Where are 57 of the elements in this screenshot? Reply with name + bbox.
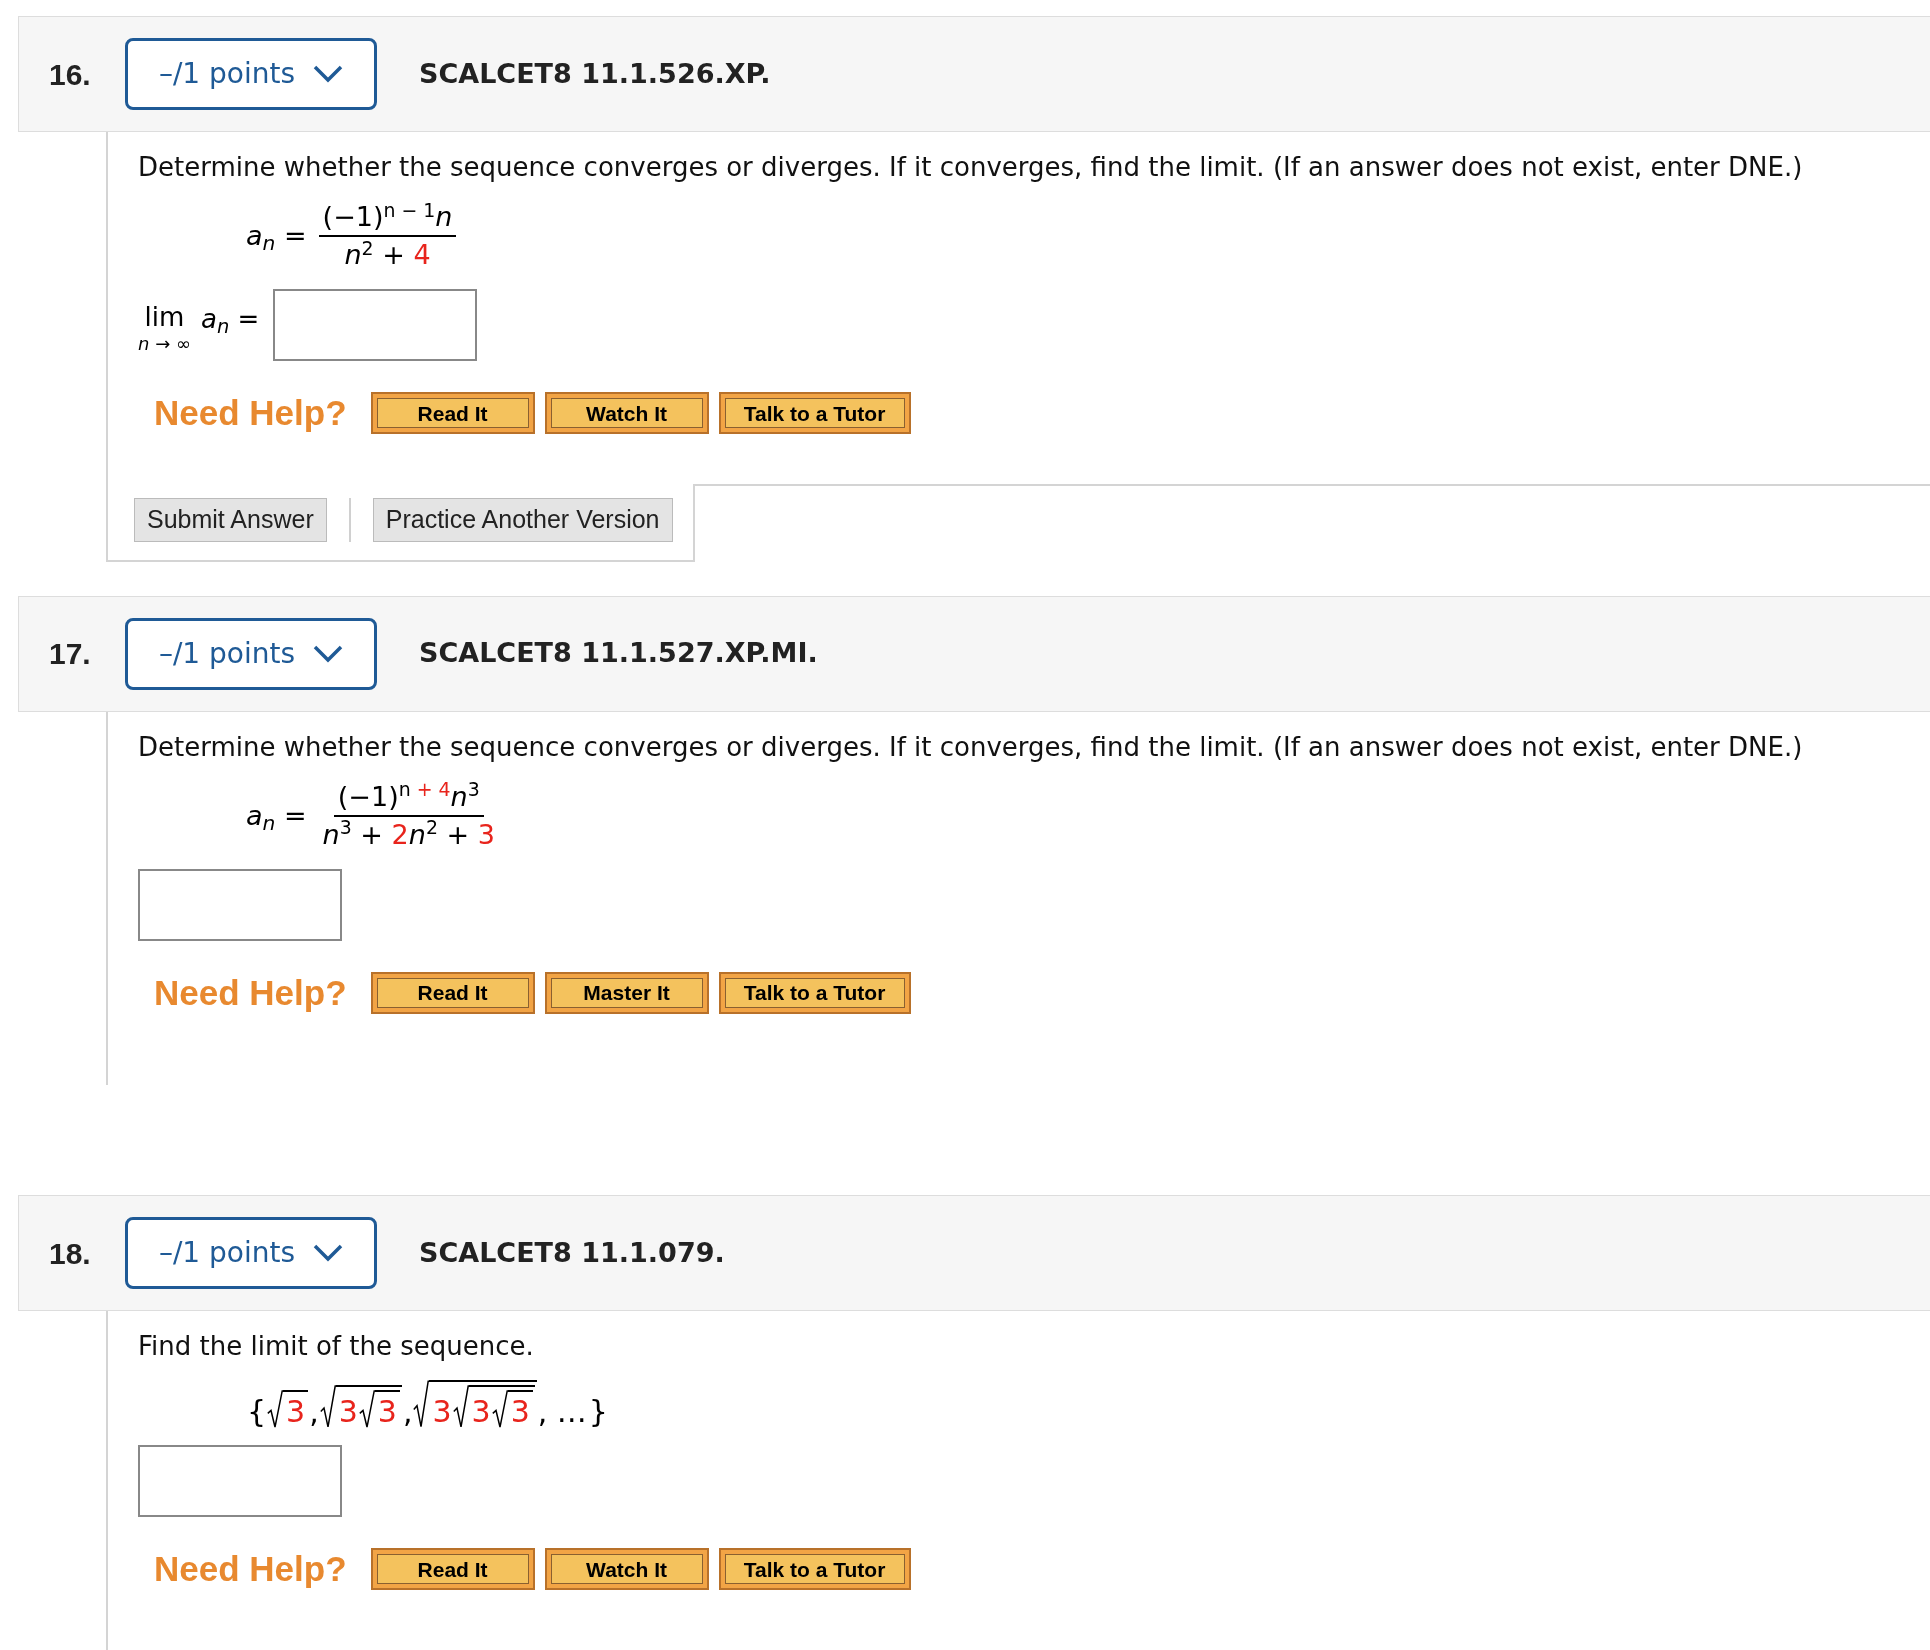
sequence-term: , xyxy=(309,1395,319,1429)
help-button[interactable]: Talk to a Tutor xyxy=(718,392,911,435)
help-button[interactable]: Watch It xyxy=(544,1548,709,1591)
denominator-term: n$^{2}$ + xyxy=(344,237,406,272)
formula-lhs: a$_{n}$ = xyxy=(246,798,307,834)
need-help-label: Need Help? xyxy=(154,1548,347,1590)
need-help-label: Need Help? xyxy=(154,971,347,1014)
sequence-term: 3 xyxy=(510,1395,530,1429)
answer-field[interactable] xyxy=(138,1445,342,1517)
question-prompt: Determine whether the sequence converges or diverges. If it converges, find the limit. (If an answer does not exist, enter DNE.) xyxy=(138,730,1804,764)
help-button[interactable]: Read It xyxy=(370,1548,535,1591)
denominator-term: 4 xyxy=(413,238,431,272)
answer-field[interactable] xyxy=(138,868,342,941)
help-button[interactable]: Read It xyxy=(370,971,535,1014)
submit-answer-button[interactable]: Submit Answer xyxy=(134,497,327,542)
limit-term: a$_{n}$ = xyxy=(200,303,260,337)
chevron-down-icon xyxy=(313,1244,344,1262)
question-prompt: Determine whether the sequence converges or diverges. If it converges, find the limit. (If an answer does not exist, enter DNE.) xyxy=(138,151,1804,184)
chevron-down-icon xyxy=(313,65,344,83)
denominator-term: n$^{3}$ + xyxy=(322,816,384,852)
help-button[interactable]: Talk to a Tutor xyxy=(718,971,911,1014)
sequence-term: 3 xyxy=(377,1395,397,1429)
sequence-term: { xyxy=(247,1395,267,1429)
denominator-term: 2 xyxy=(391,817,409,852)
help-button[interactable]: Master It xyxy=(544,971,709,1014)
numerator-term: n$^{3}$ xyxy=(450,778,480,814)
denominator-term: 3 xyxy=(477,817,495,852)
sequence-term: 3 xyxy=(432,1395,452,1429)
sequence-term: 3 xyxy=(338,1395,358,1429)
sequence-term: 3 xyxy=(471,1395,491,1429)
points-dropdown[interactable]: –/1 points xyxy=(125,1217,377,1289)
answer-field[interactable] xyxy=(273,289,478,361)
question-prompt: Find the limit of the sequence. xyxy=(138,1330,535,1363)
question-title: SCALCET8 11.1.526.XP. xyxy=(419,56,771,91)
question-number: 17. xyxy=(48,636,92,672)
question-number: 16. xyxy=(48,56,92,93)
formula-lhs: a$_{n}$ = xyxy=(246,219,307,254)
sequence-term: } xyxy=(588,1395,608,1429)
sequence-term: , … xyxy=(537,1395,587,1429)
sequence-term: 3 xyxy=(286,1395,306,1429)
limit-operator: lim n → ∞ xyxy=(138,301,191,355)
points-dropdown[interactable]: –/1 points xyxy=(125,617,377,690)
numerator-term: (−1)$^{n − 1}$n xyxy=(322,199,453,234)
sequence-term: , xyxy=(402,1395,413,1429)
practice-another-version-button[interactable]: Practice Another Version xyxy=(372,497,673,542)
question-title: SCALCET8 11.1.527.XP.MI. xyxy=(419,636,818,671)
chevron-down-icon xyxy=(313,644,344,663)
question-number: 18. xyxy=(48,1235,92,1272)
help-button[interactable]: Read It xyxy=(370,392,535,435)
question-title: SCALCET8 11.1.079. xyxy=(419,1235,725,1270)
points-dropdown[interactable]: –/1 points xyxy=(125,38,377,110)
numerator-term: (−1)$^{n}$ xyxy=(337,778,411,814)
help-button[interactable]: Talk to a Tutor xyxy=(718,1548,911,1591)
denominator-term: n$^{2}$ + xyxy=(408,816,471,852)
help-button[interactable]: Watch It xyxy=(544,392,709,435)
need-help-label: Need Help? xyxy=(154,392,347,434)
numerator-term: + 4 xyxy=(415,778,451,803)
